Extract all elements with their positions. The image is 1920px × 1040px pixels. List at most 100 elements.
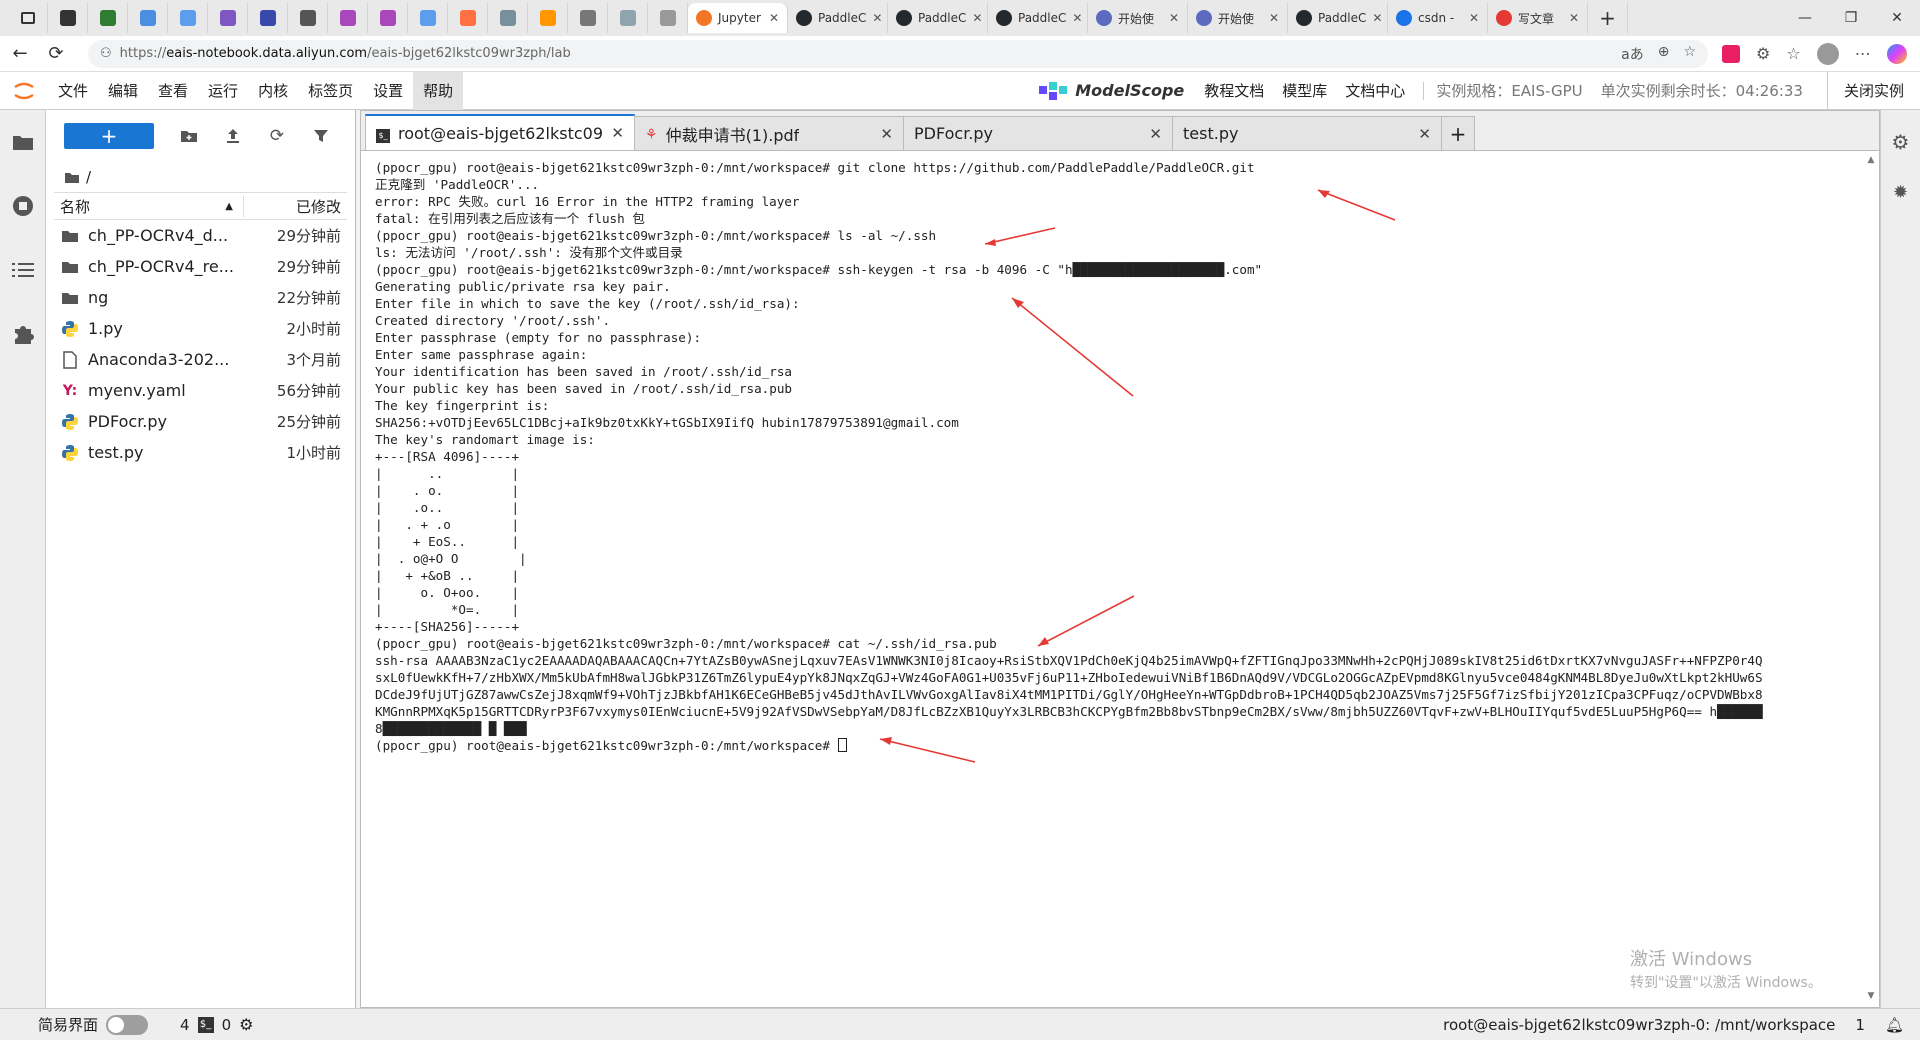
minimize-button[interactable]: — bbox=[1782, 0, 1828, 36]
read-aloud-icon[interactable]: aあ bbox=[1621, 44, 1644, 64]
browser-tab[interactable] bbox=[128, 3, 168, 33]
new-folder-icon[interactable] bbox=[180, 127, 198, 145]
property-inspector-tab[interactable]: ⚙ bbox=[1881, 110, 1920, 174]
tab-close-icon[interactable]: ✕ bbox=[872, 11, 882, 25]
file-list-item[interactable]: ch_PP-OCRv4_d... 29分钟前 bbox=[54, 220, 347, 251]
tab-close-icon[interactable]: ✕ bbox=[1372, 11, 1382, 25]
extensions-puzzle-icon[interactable]: ⚙ bbox=[1756, 44, 1770, 63]
column-name-header[interactable]: 名称 ▲ bbox=[54, 195, 244, 217]
tab-actions-button[interactable] bbox=[8, 3, 48, 33]
file-list-item[interactable]: ch_PP-OCRv4_re... 29分钟前 bbox=[54, 251, 347, 282]
tab-close-icon[interactable]: ✕ bbox=[1169, 11, 1179, 25]
scroll-up-icon[interactable]: ▲ bbox=[1865, 155, 1877, 165]
close-icon[interactable]: ✕ bbox=[611, 124, 624, 142]
browser-tab[interactable] bbox=[88, 3, 128, 33]
folder-icon[interactable] bbox=[64, 171, 80, 184]
browser-tab[interactable] bbox=[448, 3, 488, 33]
tab-close-icon[interactable]: ✕ bbox=[1569, 11, 1579, 25]
more-icon[interactable]: ⋯ bbox=[1855, 44, 1871, 63]
file-list-item[interactable]: test.py 1小时前 bbox=[54, 437, 347, 468]
document-tab[interactable]: ⚘ 仲裁申请书(1).pdf ✕ bbox=[634, 116, 904, 150]
column-modified-header[interactable]: 已修改 bbox=[244, 196, 347, 217]
tab-close-icon[interactable]: ✕ bbox=[1072, 11, 1082, 25]
menu-help[interactable]: 帮助 bbox=[413, 71, 464, 110]
file-list-item[interactable]: ng 22分钟前 bbox=[54, 282, 347, 313]
new-tab-button[interactable]: + bbox=[1441, 116, 1475, 150]
link-doc-center[interactable]: 文档中心 bbox=[1345, 80, 1405, 101]
url-field[interactable]: ⚇ https://eais-notebook.data.aliyun.com /… bbox=[88, 39, 1708, 68]
browser-tab[interactable] bbox=[288, 3, 328, 33]
scroll-down-icon[interactable]: ▼ bbox=[1865, 991, 1877, 1001]
new-launcher-button[interactable]: + bbox=[64, 123, 154, 149]
refresh-icon[interactable]: ⟳ bbox=[268, 126, 286, 146]
menu-edit[interactable]: 编辑 bbox=[98, 72, 148, 110]
browser-tab[interactable] bbox=[608, 3, 648, 33]
menu-file[interactable]: 文件 bbox=[48, 72, 98, 110]
link-model-library[interactable]: 模型库 bbox=[1282, 80, 1327, 101]
document-tab[interactable]: test.py ✕ bbox=[1172, 116, 1442, 150]
notification-bell-icon[interactable]: 🔔︎ bbox=[1885, 1016, 1904, 1034]
tab-close-icon[interactable]: ✕ bbox=[972, 11, 982, 25]
browser-tab[interactable]: PaddleC ✕ bbox=[888, 3, 988, 33]
menu-view[interactable]: 查看 bbox=[148, 72, 198, 110]
close-icon[interactable]: ✕ bbox=[1418, 125, 1431, 143]
favorite-star-icon[interactable]: ☆ bbox=[1683, 44, 1696, 64]
close-icon[interactable]: ✕ bbox=[1149, 125, 1162, 143]
kernel-count[interactable]: 4 $_ 0 ⚙ bbox=[180, 1015, 253, 1034]
file-list-item[interactable]: Y: myenv.yaml 56分钟前 bbox=[54, 375, 347, 406]
browser-tab[interactable] bbox=[648, 3, 688, 33]
tab-close-icon[interactable]: ✕ bbox=[769, 11, 779, 25]
profile-avatar[interactable] bbox=[1816, 42, 1839, 65]
zoom-icon[interactable]: ⊕ bbox=[1658, 44, 1670, 64]
tab-close-icon[interactable]: ✕ bbox=[1269, 11, 1279, 25]
file-browser-tab[interactable] bbox=[0, 110, 46, 174]
file-list-item[interactable]: Anaconda3-202... 3个月前 bbox=[54, 344, 347, 375]
copilot-icon[interactable] bbox=[1886, 43, 1907, 64]
browser-tab[interactable] bbox=[208, 3, 248, 33]
browser-tab[interactable]: 写文章 ✕ bbox=[1488, 3, 1588, 33]
browser-tab[interactable] bbox=[248, 3, 288, 33]
browser-tab[interactable]: PaddleC ✕ bbox=[1288, 3, 1388, 33]
tab-close-icon[interactable]: ✕ bbox=[1469, 11, 1479, 25]
terminal-scrollbar[interactable]: ▲ ▼ bbox=[1865, 155, 1877, 1001]
site-info-icon[interactable]: ⚇ bbox=[100, 46, 112, 61]
running-sessions-tab[interactable] bbox=[0, 174, 46, 238]
browser-tab[interactable]: 开始使 ✕ bbox=[1088, 3, 1188, 33]
extension-icon[interactable] bbox=[1722, 44, 1740, 63]
browser-tab[interactable]: 开始使 ✕ bbox=[1188, 3, 1288, 33]
browser-tab[interactable] bbox=[48, 3, 88, 33]
file-list-item[interactable]: 1.py 2小时前 bbox=[54, 313, 347, 344]
filter-icon[interactable] bbox=[312, 127, 330, 145]
browser-tab[interactable]: PaddleC ✕ bbox=[788, 3, 888, 33]
breadcrumb-path[interactable]: / bbox=[86, 168, 91, 186]
document-tab[interactable]: PDFocr.py ✕ bbox=[903, 116, 1173, 150]
reload-button[interactable]: ⟳ bbox=[40, 40, 72, 68]
menu-tabs[interactable]: 标签页 bbox=[298, 72, 363, 110]
debugger-tab[interactable]: ✹ bbox=[1881, 174, 1920, 210]
extensions-tab[interactable] bbox=[0, 302, 46, 366]
back-button[interactable]: ← bbox=[4, 40, 36, 68]
browser-tab[interactable] bbox=[488, 3, 528, 33]
menu-run[interactable]: 运行 bbox=[198, 72, 248, 110]
browser-tab[interactable] bbox=[328, 3, 368, 33]
upload-icon[interactable] bbox=[224, 127, 242, 145]
favorites-icon[interactable]: ☆ bbox=[1786, 44, 1800, 63]
browser-tab[interactable] bbox=[568, 3, 608, 33]
close-icon[interactable]: ✕ bbox=[880, 125, 893, 143]
menu-settings[interactable]: 设置 bbox=[363, 72, 413, 110]
new-tab-button[interactable]: + bbox=[1588, 3, 1628, 33]
terminal-panel[interactable]: (ppocr_gpu) root@eais-bjget621kstc09wr3z… bbox=[365, 155, 1865, 1001]
document-tab[interactable]: $_ root@eais-bjget62lkstc09v ✕ bbox=[365, 114, 635, 150]
browser-tab[interactable]: PaddleC ✕ bbox=[988, 3, 1088, 33]
browser-tab[interactable]: Jupyter ✕ bbox=[688, 3, 788, 33]
close-window-button[interactable]: ✕ bbox=[1874, 0, 1920, 36]
browser-tab[interactable]: csdn - ✕ bbox=[1388, 3, 1488, 33]
browser-tab[interactable] bbox=[528, 3, 568, 33]
file-list-item[interactable]: PDFocr.py 25分钟前 bbox=[54, 406, 347, 437]
browser-tab[interactable] bbox=[408, 3, 448, 33]
table-of-contents-tab[interactable] bbox=[0, 238, 46, 302]
simple-mode-toggle[interactable] bbox=[106, 1014, 149, 1035]
link-tutorial-docs[interactable]: 教程文档 bbox=[1204, 80, 1264, 101]
restore-button[interactable]: ❐ bbox=[1828, 0, 1874, 36]
browser-tab[interactable] bbox=[368, 3, 408, 33]
